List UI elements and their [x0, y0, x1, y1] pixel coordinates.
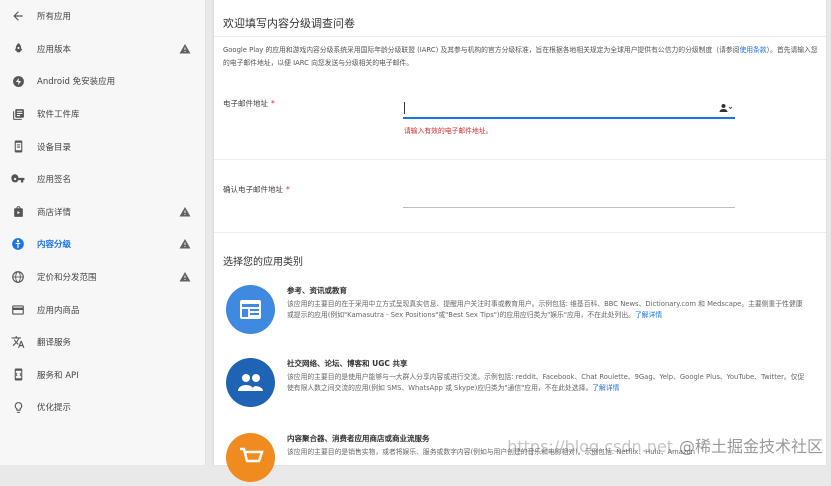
page-title: 欢迎填写内容分级调查问卷 [223, 17, 355, 30]
intro-text-part1: Google Play 的应用和游戏内容分级系统采用国际年龄分级联盟 (IARC… [223, 46, 740, 54]
sidebar-item-pricing-distribution[interactable]: 定价和分发范围 [0, 261, 205, 294]
email-field[interactable] [403, 99, 735, 119]
category-description: 该应用的主要目的是使用户能够与一大群人分享内容或进行交流。示例包括: reddi… [287, 372, 807, 394]
sidebar-item-label: 软件工件库 [37, 110, 80, 121]
required-mark: * [271, 99, 275, 108]
category-description-text: 该应用的主要目的在于采用中立方式呈现真实信息、提醒用户关注时事或教育用户。示例包… [287, 300, 803, 319]
divider [214, 232, 826, 233]
sidebar-item-label: 应用内商品 [37, 305, 80, 316]
category-description: 该应用的主要目的在于采用中立方式呈现真实信息、提醒用户关注时事或教育用户。示例包… [287, 299, 807, 321]
watermark: https://blog.csdn.net @稀土掘金技术社区 [507, 433, 823, 457]
sidebar-item-artifact-library[interactable]: 软件工件库 [0, 98, 205, 131]
sidebar-item-label: 设备目录 [37, 142, 72, 153]
sidebar: 所有应用 应用版本 Android 免安装应用 软件工件库 设备目录 应用签名 … [0, 0, 206, 465]
arrow-back-icon [11, 9, 25, 23]
library-icon [11, 107, 25, 121]
learn-more-link[interactable]: 了解详情 [592, 384, 619, 392]
watermark-url: https://blog.csdn.net [507, 437, 673, 456]
card-icon [11, 303, 25, 317]
contact-picker-icon[interactable] [719, 103, 733, 113]
confirm-email-label-text: 确认电子邮件地址 [223, 185, 283, 194]
cart-icon [226, 433, 275, 482]
intro-text: Google Play 的应用和游戏内容分级系统采用国际年龄分级联盟 (IARC… [223, 44, 818, 70]
key-icon [11, 172, 25, 186]
sidebar-item-services-api[interactable]: 服务和 API [0, 359, 205, 392]
sidebar-item-instant-apps[interactable]: Android 免安装应用 [0, 65, 205, 98]
sidebar-item-translation-service[interactable]: 翻译服务 [0, 326, 205, 359]
email-field-label: 电子邮件地址 * [223, 98, 275, 109]
divider [214, 36, 826, 37]
sidebar-item-label: Android 免安装应用 [37, 77, 116, 88]
category-title: 参考、资讯或教育 [287, 286, 347, 295]
main-content: 欢迎填写内容分级调查问卷 Google Play 的应用和游戏内容分级系统采用国… [213, 0, 826, 482]
warning-icon [179, 206, 191, 217]
category-section-title: 选择您的应用类别 [223, 257, 303, 268]
email-error-message: 请输入有效的电子邮件地址。 [404, 127, 493, 135]
category-title: 内容聚合器、消费者应用商店或商业流服务 [287, 434, 430, 443]
category-description-text: 该应用的主要目的是使用户能够与一大群人分享内容或进行交流。示例包括: reddi… [287, 373, 805, 392]
sidebar-item-label: 服务和 API [37, 370, 79, 381]
sidebar-item-device-catalog[interactable]: 设备目录 [0, 130, 205, 163]
text-cursor [404, 102, 405, 114]
sidebar-item-optimization-tips[interactable]: 优化提示 [0, 391, 205, 424]
sidebar-item-app-releases[interactable]: 应用版本 [0, 33, 205, 66]
required-mark: * [286, 185, 290, 194]
warning-icon [179, 239, 191, 249]
email-field-underline [403, 117, 735, 119]
sidebar-item-store-listing[interactable]: 商店详情 [0, 196, 205, 229]
back-label: 所有应用 [37, 12, 72, 23]
sidebar-item-app-signing[interactable]: 应用签名 [0, 163, 205, 196]
divider [214, 159, 826, 160]
confirm-email-field-underline [403, 207, 735, 208]
device-catalog-icon [11, 140, 25, 154]
sidebar-item-label: 应用签名 [37, 175, 72, 186]
confirm-email-field-label: 确认电子邮件地址 * [223, 184, 290, 195]
reference-icon [226, 285, 275, 334]
sidebar-item-content-rating[interactable]: 内容分级 [0, 228, 205, 261]
people-icon [226, 358, 275, 407]
warning-icon [179, 43, 191, 54]
sidebar-item-in-app-products[interactable]: 应用内商品 [0, 293, 205, 326]
sidebar-item-label: 优化提示 [37, 403, 72, 414]
watermark-source: @稀土掘金技术社区 [678, 437, 823, 456]
bulb-icon [11, 400, 25, 414]
confirm-email-field[interactable] [403, 188, 735, 208]
instant-app-icon [11, 74, 25, 88]
email-label-text: 电子邮件地址 [223, 99, 268, 108]
globe-icon [11, 270, 25, 284]
terms-of-use-link[interactable]: 使用条款 [739, 46, 766, 54]
sidebar-item-label: 翻译服务 [37, 338, 72, 349]
back-to-all-apps[interactable]: 所有应用 [0, 0, 205, 33]
translate-icon [11, 335, 25, 349]
store-bag-icon [11, 205, 25, 219]
warning-icon [179, 271, 191, 282]
learn-more-link[interactable]: 了解详情 [635, 311, 662, 319]
category-title: 社交网络、论坛、博客和 UGC 共享 [287, 359, 408, 368]
content-rating-icon [11, 237, 25, 251]
api-icon [11, 368, 25, 382]
rocket-icon [11, 42, 25, 56]
